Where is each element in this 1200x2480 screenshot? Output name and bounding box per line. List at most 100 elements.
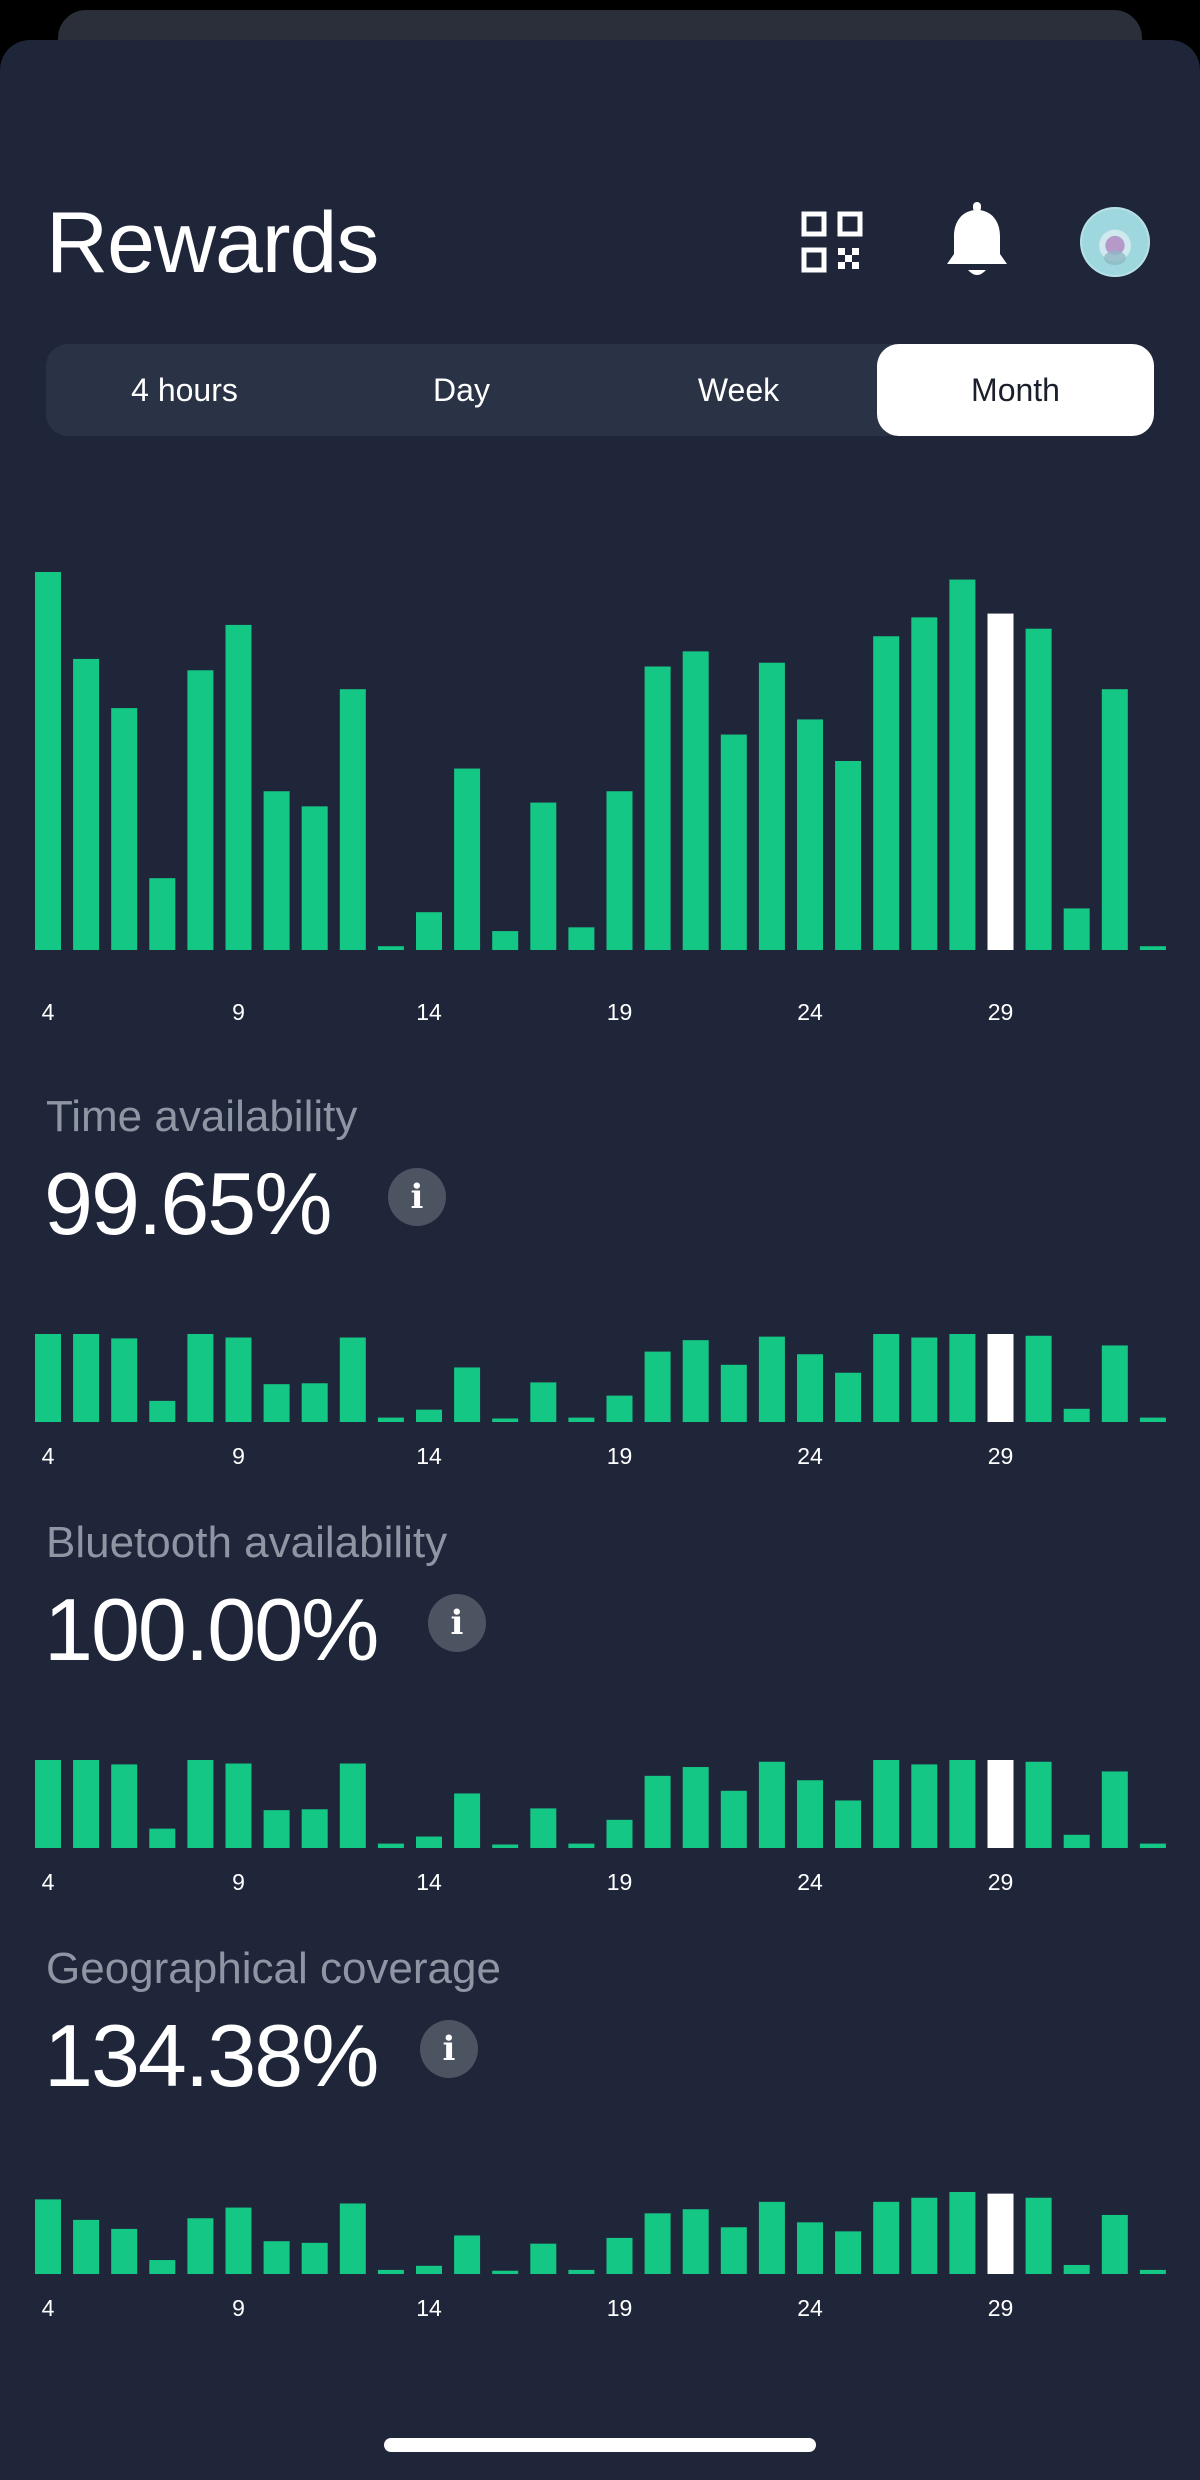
bar-day-13[interactable] <box>377 1843 404 1848</box>
tab-week[interactable]: Week <box>600 344 877 436</box>
bar-day-30[interactable] <box>1025 2197 1052 2274</box>
bar-day-24[interactable] <box>797 1354 823 1422</box>
bar-day-12[interactable] <box>339 1337 366 1422</box>
bar-day-14[interactable] <box>416 912 442 950</box>
bar-day-9[interactable] <box>225 1763 252 1848</box>
bar-day-32[interactable] <box>1101 1345 1128 1422</box>
bar-day-11[interactable] <box>301 1809 328 1848</box>
bar-day-16[interactable] <box>492 1418 519 1422</box>
bar-day-12[interactable] <box>339 1763 366 1848</box>
bar-day-9[interactable] <box>225 2207 252 2274</box>
bar-day-8[interactable] <box>187 2218 214 2274</box>
bar-day-26[interactable] <box>873 2201 900 2274</box>
bar-day-17[interactable] <box>530 1382 557 1422</box>
bar-day-11[interactable] <box>301 806 328 950</box>
bar-day-21[interactable] <box>682 2209 709 2274</box>
bar-day-30[interactable] <box>1025 1335 1052 1422</box>
bar-day-26[interactable] <box>873 1334 900 1422</box>
bar-day-13[interactable] <box>377 2269 404 2274</box>
bar-day-23[interactable] <box>758 1761 785 1848</box>
geographical-coverage-info-icon[interactable]: i <box>420 2020 478 2078</box>
bar-day-29[interactable] <box>987 2193 1014 2274</box>
bar-day-5[interactable] <box>73 1334 100 1422</box>
bar-day-15[interactable] <box>454 1793 481 1848</box>
bar-day-29[interactable] <box>987 613 1014 950</box>
bar-day-20[interactable] <box>644 666 671 951</box>
bar-day-31[interactable] <box>1063 2264 1090 2274</box>
bar-day-4[interactable] <box>35 1760 61 1848</box>
bar-day-17[interactable] <box>530 2243 557 2274</box>
bar-day-32[interactable] <box>1101 2214 1128 2274</box>
bar-day-15[interactable] <box>454 1367 481 1422</box>
bar-day-24[interactable] <box>797 2222 823 2274</box>
bar-day-23[interactable] <box>758 1336 785 1422</box>
bar-day-26[interactable] <box>873 636 900 950</box>
bar-day-28[interactable] <box>949 579 976 950</box>
qr-code-icon[interactable] <box>800 210 864 274</box>
bar-day-15[interactable] <box>454 2235 481 2274</box>
bar-day-5[interactable] <box>73 658 100 950</box>
bar-day-30[interactable] <box>1025 628 1052 950</box>
bar-day-8[interactable] <box>187 1760 214 1848</box>
bell-icon[interactable] <box>942 200 1012 280</box>
bar-day-27[interactable] <box>911 617 938 950</box>
bar-day-22[interactable] <box>720 1364 747 1422</box>
bar-day-14[interactable] <box>416 1836 442 1848</box>
bar-day-18[interactable] <box>568 1417 595 1422</box>
bar-day-10[interactable] <box>263 1810 290 1848</box>
bar-day-31[interactable] <box>1063 1834 1090 1848</box>
bar-day-20[interactable] <box>644 1775 671 1848</box>
bar-day-33[interactable] <box>1139 946 1166 950</box>
bar-day-7[interactable] <box>149 1828 176 1848</box>
bar-day-18[interactable] <box>568 927 595 950</box>
bar-day-27[interactable] <box>911 2197 938 2274</box>
bar-day-7[interactable] <box>149 2260 176 2274</box>
bar-day-28[interactable] <box>949 2192 976 2274</box>
bar-day-23[interactable] <box>758 2201 785 2274</box>
bar-day-27[interactable] <box>911 1764 938 1848</box>
bar-day-14[interactable] <box>416 2265 442 2274</box>
bar-day-22[interactable] <box>720 2227 747 2274</box>
bar-day-19[interactable] <box>606 2237 633 2274</box>
bar-day-15[interactable] <box>454 768 481 950</box>
bar-day-12[interactable] <box>339 2203 366 2274</box>
bar-day-5[interactable] <box>73 1760 100 1848</box>
bar-day-9[interactable] <box>225 624 252 950</box>
bar-day-33[interactable] <box>1139 1417 1166 1422</box>
bar-day-8[interactable] <box>187 670 214 950</box>
bar-day-6[interactable] <box>111 1764 138 1848</box>
bar-day-23[interactable] <box>758 662 785 950</box>
bar-day-7[interactable] <box>149 878 176 950</box>
time-availability-info-icon[interactable]: i <box>388 1168 446 1226</box>
bar-day-28[interactable] <box>949 1334 976 1422</box>
bar-day-21[interactable] <box>682 651 709 950</box>
bar-day-24[interactable] <box>797 719 823 950</box>
tab-4-hours[interactable]: 4 hours <box>46 344 323 436</box>
bar-day-29[interactable] <box>987 1334 1014 1422</box>
tab-day[interactable]: Day <box>323 344 600 436</box>
bar-day-32[interactable] <box>1101 689 1128 950</box>
bar-day-25[interactable] <box>835 1372 862 1422</box>
bar-day-25[interactable] <box>835 2231 862 2274</box>
bar-day-18[interactable] <box>568 1843 595 1848</box>
bar-day-8[interactable] <box>187 1334 214 1422</box>
bar-day-29[interactable] <box>987 1760 1014 1848</box>
bar-day-16[interactable] <box>492 931 519 950</box>
bar-day-4[interactable] <box>35 2199 61 2274</box>
user-avatar[interactable] <box>1080 207 1150 277</box>
bar-day-9[interactable] <box>225 1337 252 1422</box>
bar-day-19[interactable] <box>606 1819 633 1848</box>
bar-day-25[interactable] <box>835 761 862 950</box>
bar-day-4[interactable] <box>35 1334 61 1422</box>
bar-day-11[interactable] <box>301 1383 328 1422</box>
bar-day-20[interactable] <box>644 2213 671 2274</box>
bar-day-26[interactable] <box>873 1760 900 1848</box>
bar-day-10[interactable] <box>263 791 290 950</box>
bar-day-31[interactable] <box>1063 1408 1090 1422</box>
bar-day-10[interactable] <box>263 2241 290 2274</box>
bar-day-22[interactable] <box>720 734 747 950</box>
bar-day-14[interactable] <box>416 1409 442 1422</box>
bar-day-18[interactable] <box>568 2269 595 2274</box>
bar-day-32[interactable] <box>1101 1771 1128 1848</box>
bar-day-17[interactable] <box>530 1808 557 1848</box>
